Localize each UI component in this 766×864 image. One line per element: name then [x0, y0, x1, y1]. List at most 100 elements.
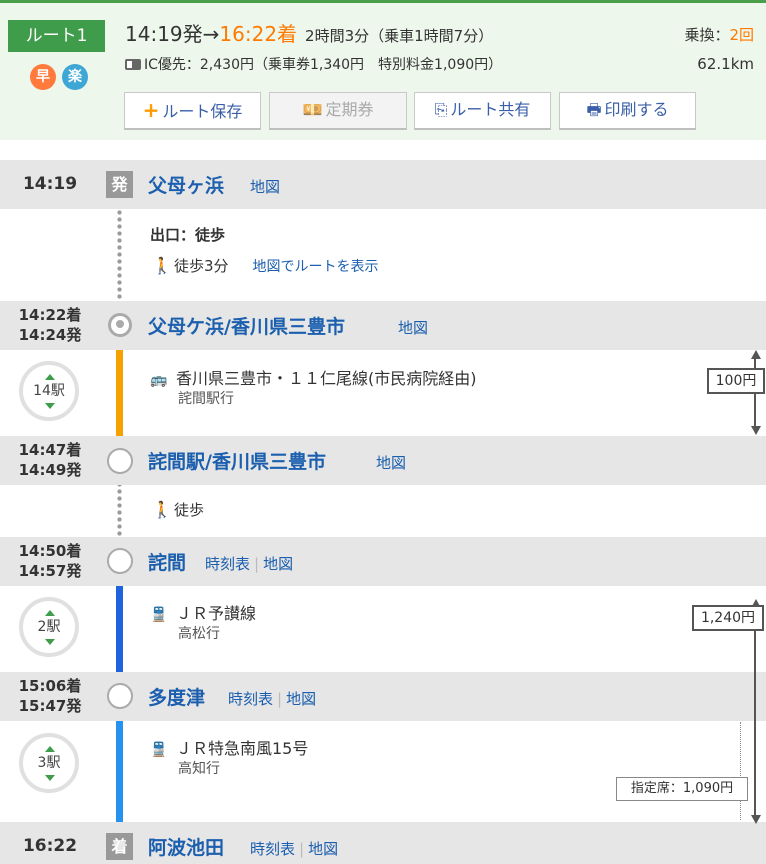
- timetable-link[interactable]: 時刻表: [250, 840, 295, 858]
- station-time: 16:22: [22, 836, 78, 856]
- arrive-time: 14:47着: [18, 441, 82, 459]
- station-links: 地図: [376, 452, 406, 473]
- plus-icon: +: [142, 98, 160, 122]
- station-name[interactable]: 多度津: [148, 683, 205, 710]
- stop-count-toggle[interactable]: 3駅: [19, 733, 79, 793]
- share-route-label: ルート共有: [450, 100, 531, 119]
- route-distance: 62.1km: [697, 55, 754, 73]
- stop-count-toggle[interactable]: 14駅: [19, 361, 79, 421]
- fare-range-bar: [754, 607, 756, 815]
- walk-path-line: [117, 195, 122, 313]
- route-duration: 2時間3分（乗車1時間7分）: [305, 27, 494, 45]
- map-link[interactable]: 地図: [308, 840, 338, 858]
- fare-arrow-up-icon: [751, 350, 761, 359]
- depart-time: 14:57発: [18, 562, 82, 580]
- stop-count: 3駅: [37, 755, 61, 771]
- chevron-up-icon: [45, 746, 55, 752]
- map-link[interactable]: 地図: [263, 555, 293, 573]
- bus-icon: 🚌: [150, 372, 168, 388]
- ic-card-icon: [125, 59, 141, 70]
- station-node-icon: [107, 683, 133, 709]
- map-link[interactable]: 地図: [398, 319, 428, 337]
- line-destination: 高松行: [178, 626, 220, 642]
- fare-summary-text: IC優先：2,430円（乗車券1,340円 特別料金1,090円）: [144, 57, 503, 73]
- map-route-link[interactable]: 地図でルートを表示: [253, 259, 379, 275]
- fare-badge: 1,240円: [692, 605, 764, 631]
- walk-duration: 徒歩3分: [174, 257, 229, 275]
- station-name[interactable]: 阿波池田: [148, 833, 224, 860]
- chevron-down-icon: [45, 775, 55, 781]
- surcharge-badge: 指定席：1,090円: [616, 777, 748, 801]
- line-name: 🚌 香川県三豊市・１１仁尾線(市民病院経由): [150, 365, 477, 389]
- walking-person-icon: 🚶: [152, 500, 172, 519]
- station-links: 地図: [398, 317, 428, 338]
- train-icon: 🚆: [150, 742, 168, 758]
- station-time: 14:19: [22, 174, 78, 194]
- map-link[interactable]: 地図: [250, 178, 280, 196]
- exit-label: 出口：徒歩: [150, 226, 226, 244]
- line-name: 🚆 ＪＲ予讃線: [150, 600, 256, 624]
- walk-row: 🚶 徒歩3分 地図でルートを表示: [152, 255, 379, 276]
- yen-card-icon: 💴: [302, 100, 323, 119]
- walk-row: 🚶 徒歩: [152, 499, 204, 520]
- commuter-pass-label: 定期券: [325, 100, 374, 119]
- save-route-button[interactable]: + ルート保存: [124, 92, 261, 130]
- station-row: 14:19 発 父母ヶ浜 地図: [0, 160, 766, 209]
- arrow-icon: →: [202, 22, 220, 46]
- line-destination: 詫間駅行: [178, 391, 234, 407]
- share-route-button[interactable]: ⎘ ルート共有: [414, 92, 551, 130]
- station-time: 15:06着 15:47発: [0, 676, 100, 716]
- transfer-number: 2回: [729, 26, 754, 44]
- depart-time: 14:19発: [125, 22, 203, 46]
- route-times: 14:19発→16:22着 2時間3分（乗車1時間7分）: [125, 20, 493, 50]
- printer-icon: 🖶: [586, 100, 602, 119]
- map-link[interactable]: 地図: [376, 454, 406, 472]
- chevron-up-icon: [45, 374, 55, 380]
- line-name-text[interactable]: 香川県三豊市・１１仁尾線(市民病院経由): [176, 369, 477, 388]
- timetable-link[interactable]: 時刻表: [205, 555, 250, 573]
- arrive-time: 14:50着: [18, 542, 82, 560]
- easy-route-icon: 楽: [62, 64, 88, 90]
- transfer-label: 乗換：: [684, 26, 730, 44]
- station-name[interactable]: 父母ケ浜/香川県三豊市: [148, 312, 345, 339]
- print-button[interactable]: 🖶 印刷する: [559, 92, 696, 130]
- station-name[interactable]: 詫間駅/香川県三豊市: [148, 447, 326, 474]
- station-links: 時刻表 | 地図: [205, 555, 294, 573]
- chevron-down-icon: [45, 639, 55, 645]
- station-node-icon: [107, 448, 133, 474]
- station-name[interactable]: 父母ヶ浜: [148, 171, 224, 198]
- walking-person-icon: 🚶: [152, 256, 172, 275]
- station-time: 14:22着 14:24発: [0, 305, 100, 345]
- print-label: 印刷する: [604, 100, 669, 119]
- line-name-text[interactable]: ＪＲ特急南風15号: [176, 739, 308, 758]
- chevron-up-icon: [45, 610, 55, 616]
- arrive-time: 14:22着: [18, 306, 82, 324]
- stop-count-toggle[interactable]: 2駅: [19, 597, 79, 657]
- line-name-text[interactable]: ＪＲ予讃線: [176, 604, 256, 623]
- fast-route-icon: 早: [30, 64, 56, 90]
- bus-stop-pin-icon: [108, 313, 132, 337]
- depart-time: 14:24発: [18, 326, 82, 344]
- commuter-pass-button[interactable]: 💴 定期券: [269, 92, 407, 130]
- line-destination: 高知行: [178, 761, 220, 777]
- station-time: 14:47着 14:49発: [0, 440, 100, 480]
- fare-arrow-down-icon: [751, 426, 761, 435]
- station-node-icon: [107, 548, 133, 574]
- arrive-time: 16:22着: [219, 22, 298, 46]
- station-name[interactable]: 詫間: [148, 548, 186, 575]
- map-link[interactable]: 地図: [286, 690, 316, 708]
- station-links: 地図: [250, 176, 280, 197]
- station-time: 14:50着 14:57発: [0, 541, 100, 581]
- depart-time: 14:49発: [18, 461, 82, 479]
- fare-badge: 100円: [707, 368, 765, 394]
- share-icon: ⎘: [434, 100, 448, 119]
- station-row: 16:22 着 阿波池田 時刻表 | 地図: [0, 822, 766, 864]
- line-name: 🚆 ＪＲ特急南風15号: [150, 735, 308, 759]
- station-links: 時刻表 | 地図: [250, 840, 339, 858]
- depart-time: 15:47発: [18, 697, 82, 715]
- timetable-link[interactable]: 時刻表: [228, 690, 273, 708]
- station-links: 時刻表 | 地図: [228, 690, 317, 708]
- arrive-time: 15:06着: [18, 677, 82, 695]
- arrive-tag: 着: [106, 833, 133, 860]
- route-label[interactable]: ルート1: [8, 20, 105, 52]
